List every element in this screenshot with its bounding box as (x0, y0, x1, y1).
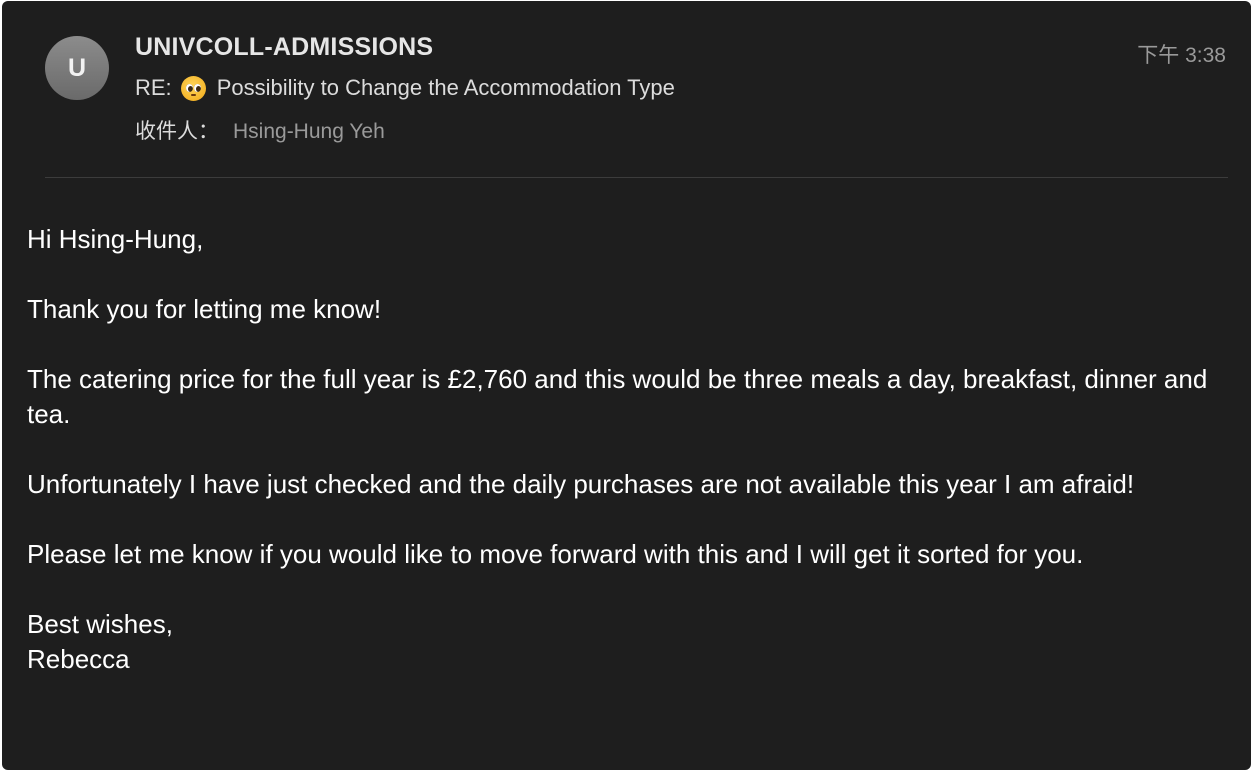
header-divider (45, 177, 1228, 178)
email-window: U UNIVCOLL-ADMISSIONS 下午 3:38 RE: Possib… (2, 1, 1251, 770)
email-body: Hi Hsing-Hung, Thank you for letting me … (27, 222, 1227, 677)
body-paragraph-2: The catering price for the full year is … (27, 364, 1208, 429)
body-paragraph-3: Unfortunately I have just checked and th… (27, 469, 1135, 499)
recipient-name[interactable]: Hsing-Hung Yeh (233, 120, 385, 143)
recipient-line: 收件人： Hsing-Hung Yeh (135, 115, 385, 145)
email-header: U UNIVCOLL-ADMISSIONS 下午 3:38 RE: Possib… (2, 1, 1251, 177)
received-time: 下午 3:38 (1137, 44, 1226, 67)
signoff-block: Best wishes, Rebecca (27, 607, 1227, 677)
avatar-initial: U (67, 53, 87, 82)
avatar[interactable]: U (45, 36, 109, 100)
body-paragraph-1: Thank you for letting me know! (27, 294, 382, 324)
subject-line: RE: Possibility to Change the Accommodat… (135, 75, 675, 101)
pleading-face-icon (180, 75, 206, 101)
body-paragraph-4: Please let me know if you would like to … (27, 539, 1084, 569)
sender-name[interactable]: UNIVCOLL-ADMISSIONS (135, 33, 433, 62)
signoff: Best wishes, (27, 609, 173, 639)
recipient-label: 收件人： (135, 120, 219, 143)
subject-prefix: RE: (135, 75, 172, 100)
signature: Rebecca (27, 644, 130, 674)
greeting: Hi Hsing-Hung, (27, 224, 204, 254)
subject-text: Possibility to Change the Accommodation … (216, 75, 675, 100)
